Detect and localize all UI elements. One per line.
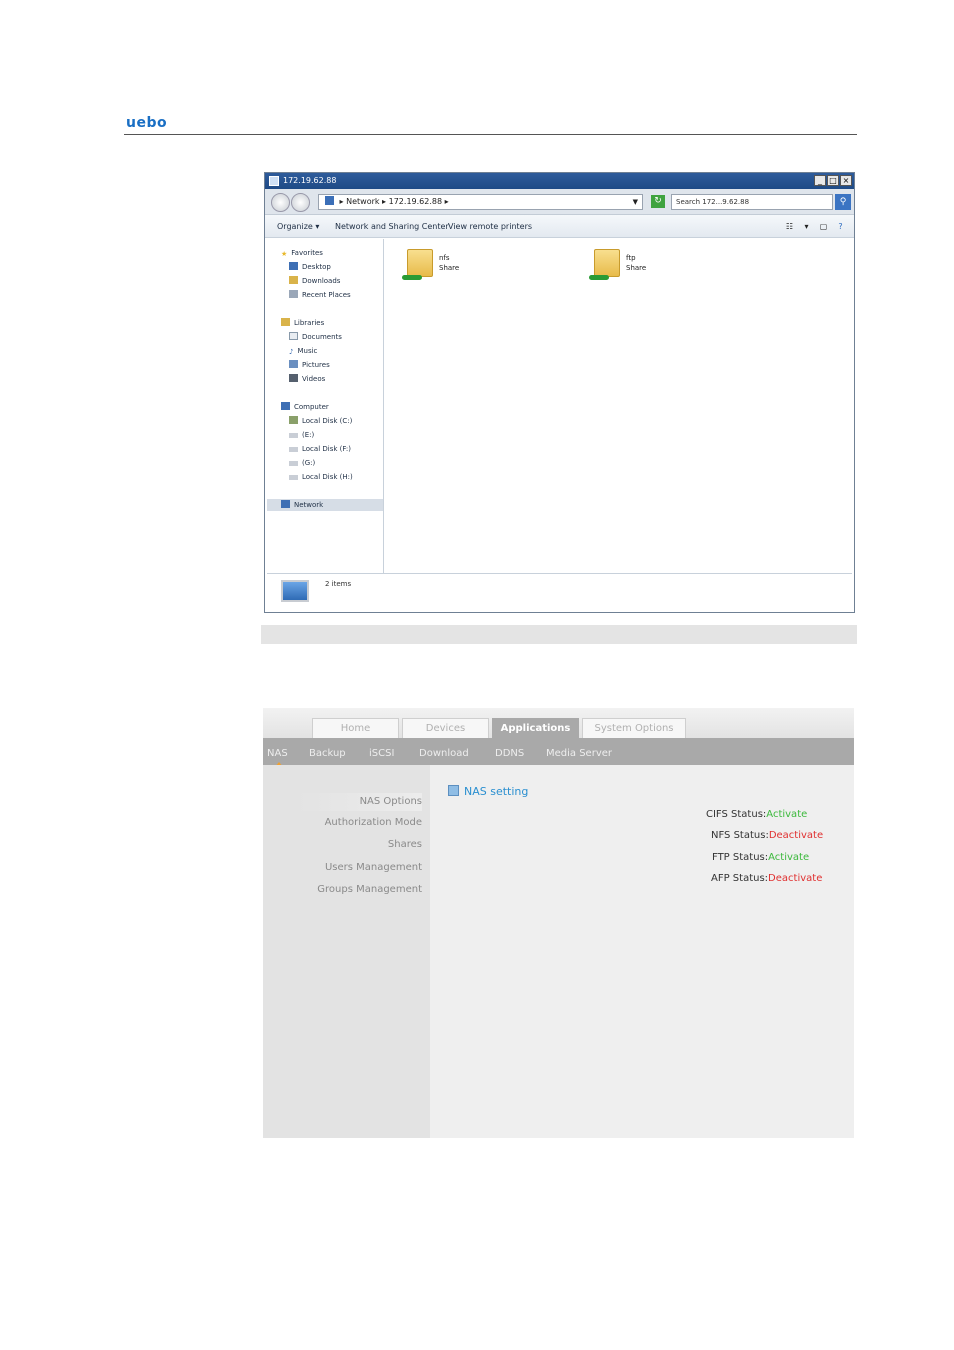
sub-navigation: NAS Backup iSCSI Download DDNS Media Ser… <box>263 738 854 767</box>
afp-status-value: Deactivate <box>768 873 823 884</box>
panel-title: NAS setting <box>448 785 528 798</box>
nas-web-ui: Home Devices Applications System Options… <box>263 708 854 1138</box>
menu-groups-management[interactable]: Groups Management <box>317 884 422 895</box>
nav-local-disk-c[interactable]: Local Disk (C:) <box>289 415 352 427</box>
nav-favorites[interactable]: ★ Favorites <box>281 247 323 259</box>
menu-shares[interactable]: Shares <box>388 839 422 850</box>
recent-places-icon <box>289 290 298 298</box>
organize-button[interactable]: Organize ▾ <box>277 215 319 238</box>
header-divider <box>124 134 857 135</box>
nav-videos[interactable]: Videos <box>289 373 325 385</box>
minimize-button[interactable]: _ <box>814 175 826 186</box>
drive-icon <box>289 447 298 452</box>
nav-computer[interactable]: Computer <box>281 401 329 413</box>
window-title: 172.19.62.88 <box>283 176 337 185</box>
file-list-area: nfs Share ftp Share <box>385 239 853 573</box>
address-bar-row: ▸ Network ▸ 172.19.62.88 ▸ ▼ ↻ Search 17… <box>265 189 854 215</box>
music-icon: ♪ <box>289 348 294 356</box>
network-window-icon <box>269 176 279 186</box>
ftp-status: FTP Status:Activate <box>712 852 810 863</box>
uebo-logo: uebo <box>126 115 168 131</box>
explorer-window: 172.19.62.88 _ □ × ▸ Network ▸ 172.19.62… <box>264 172 855 613</box>
tab-system-options[interactable]: System Options <box>582 718 686 738</box>
details-pane: 2 items <box>267 573 852 611</box>
drive-icon <box>289 416 298 424</box>
view-options-icon[interactable]: ☷ <box>784 221 795 232</box>
window-title-bar[interactable]: 172.19.62.88 _ □ × <box>265 173 854 189</box>
drive-icon <box>289 475 298 480</box>
drive-icon <box>289 433 298 438</box>
view-dropdown-icon[interactable]: ▾ <box>801 221 812 232</box>
settings-icon <box>448 785 459 796</box>
settings-panel: NAS setting CIFS Status:Activate NFS Sta… <box>430 765 854 1138</box>
share-item-ftp[interactable]: ftp Share <box>584 245 694 285</box>
close-button[interactable]: × <box>840 175 852 186</box>
share-item-nfs[interactable]: nfs Share <box>397 245 507 285</box>
maximize-button[interactable]: □ <box>827 175 839 186</box>
nav-pictures[interactable]: Pictures <box>289 359 330 371</box>
ftp-status-value: Activate <box>768 852 810 863</box>
breadcrumb-host[interactable]: 172.19.62.88 ▸ <box>389 197 449 206</box>
share-label: ftp Share <box>626 254 647 272</box>
address-field[interactable]: ▸ Network ▸ 172.19.62.88 ▸ ▼ <box>318 194 643 210</box>
network-icon <box>325 196 334 205</box>
videos-icon <box>289 374 298 382</box>
item-count: 2 items <box>325 580 352 588</box>
nfs-status: NFS Status:Deactivate <box>711 830 824 841</box>
nav-network[interactable]: Network <box>267 499 383 511</box>
star-icon: ★ <box>281 250 288 258</box>
left-menu: NAS Options Authorization Mode Shares Us… <box>263 765 430 1138</box>
search-input[interactable]: Search 172...9.62.88 <box>671 194 833 210</box>
cifs-status-value: Activate <box>766 809 808 820</box>
menu-authorization-mode[interactable]: Authorization Mode <box>325 817 422 828</box>
back-button[interactable] <box>271 193 290 212</box>
computer-icon <box>281 402 290 410</box>
help-icon[interactable]: ? <box>835 221 846 232</box>
nav-downloads[interactable]: Downloads <box>289 275 340 287</box>
tab-home[interactable]: Home <box>312 718 399 738</box>
documents-icon <box>289 332 298 340</box>
shared-folder-icon <box>402 249 433 280</box>
nav-documents[interactable]: Documents <box>289 331 342 343</box>
nav-recent-places[interactable]: Recent Places <box>289 289 351 301</box>
view-remote-printers-button[interactable]: View remote printers <box>448 215 532 238</box>
address-dropdown-icon[interactable]: ▼ <box>633 195 638 209</box>
pictures-icon <box>289 360 298 368</box>
preview-pane-icon[interactable]: ▢ <box>818 221 829 232</box>
forward-button[interactable] <box>291 193 310 212</box>
nav-local-disk-h[interactable]: Local Disk (H:) <box>289 471 353 483</box>
network-computer-icon <box>281 580 309 602</box>
menu-users-management[interactable]: Users Management <box>325 862 422 873</box>
navigation-pane: ★ Favorites Desktop Downloads Recent Plac… <box>267 239 384 573</box>
shared-folder-icon <box>589 249 620 280</box>
nav-desktop[interactable]: Desktop <box>289 261 331 273</box>
nav-music[interactable]: ♪ Music <box>289 345 317 357</box>
network-icon <box>281 500 290 508</box>
refresh-icon[interactable]: ↻ <box>651 195 665 208</box>
drive-icon <box>289 461 298 466</box>
tab-devices[interactable]: Devices <box>402 718 489 738</box>
desktop-icon <box>289 262 298 270</box>
cifs-status: CIFS Status:Activate <box>706 809 808 820</box>
main-tabs: Home Devices Applications System Options <box>263 708 854 738</box>
nav-drive-g[interactable]: (G:) <box>289 457 315 469</box>
nav-drive-e[interactable]: (E:) <box>289 429 314 441</box>
nav-libraries[interactable]: Libraries <box>281 317 324 329</box>
nfs-status-value: Deactivate <box>768 830 824 841</box>
menu-nas-options[interactable]: NAS Options <box>297 793 422 811</box>
caption-bar <box>261 625 857 644</box>
command-toolbar: Organize ▾ Network and Sharing Center Vi… <box>265 215 854 238</box>
network-sharing-center-button[interactable]: Network and Sharing Center <box>335 215 449 238</box>
nav-local-disk-f[interactable]: Local Disk (F:) <box>289 443 351 455</box>
downloads-icon <box>289 276 298 284</box>
tab-applications[interactable]: Applications <box>492 718 579 738</box>
breadcrumb-network[interactable]: ▸ Network ▸ <box>340 197 387 206</box>
search-icon[interactable]: ⚲ <box>835 194 851 210</box>
afp-status: AFP Status:Deactivate <box>711 873 823 884</box>
share-label: nfs Share <box>439 254 460 272</box>
libraries-icon <box>281 318 290 326</box>
